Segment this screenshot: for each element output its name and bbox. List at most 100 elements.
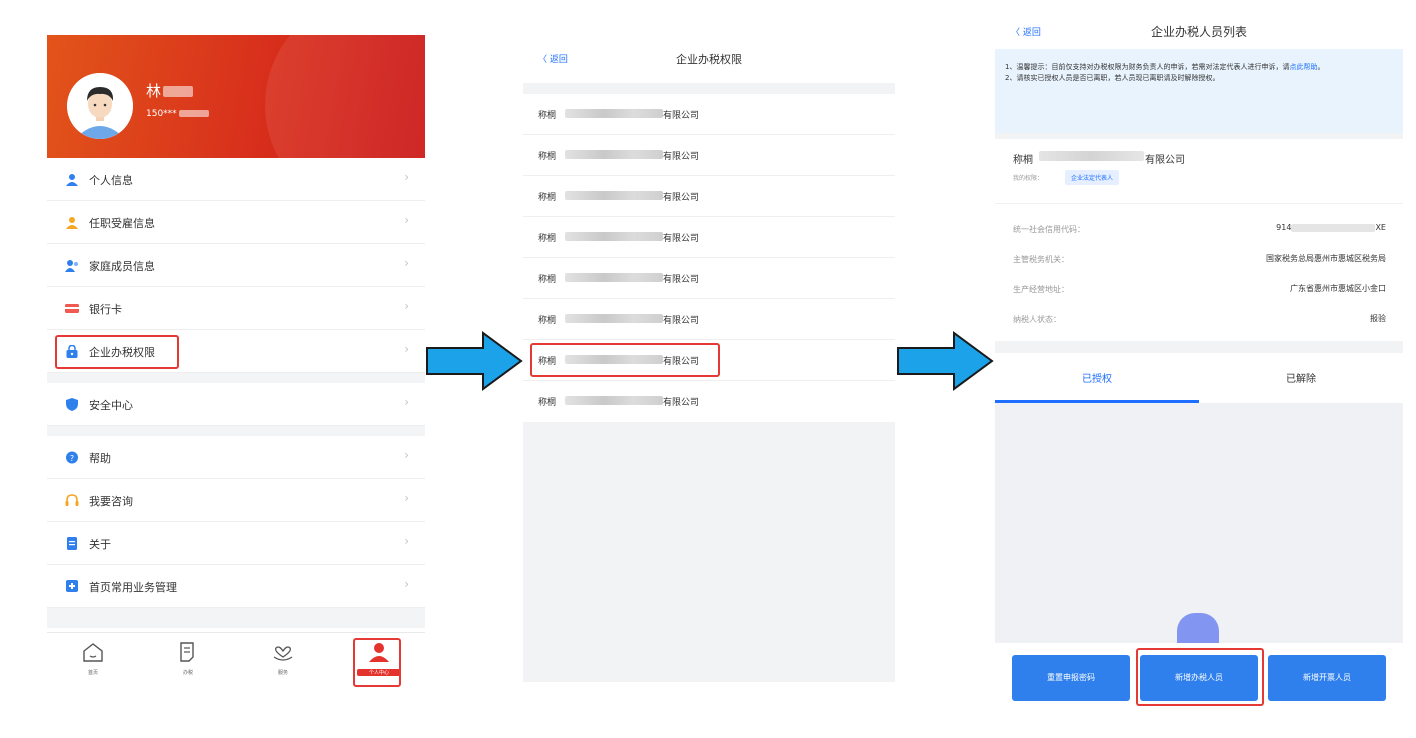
shield-icon <box>66 398 78 411</box>
tax-personnel-list-screen: 〈 返回 企业办税人员列表 1、温馨提示：目前仅支持对办税权限为财务负责人的申诉… <box>995 13 1403 713</box>
highlight-enterprise-tax-permission <box>55 335 179 369</box>
menu-item-personal-info[interactable]: 个人信息 › <box>47 158 425 201</box>
company-name-suffix: 有限公司 <box>663 152 700 162</box>
notice-line-2: 2、请核实已授权人员是否已离职，若人员现已离职请及时解除授权。 <box>1005 74 1220 82</box>
tab-label: 办税 <box>182 670 193 676</box>
menu-item-help[interactable]: ? 帮助 › <box>47 436 425 479</box>
document-icon <box>67 537 77 550</box>
profile-header: 林 150*** <box>47 35 425 158</box>
heart-hand-icon <box>273 646 293 661</box>
chevron-right-icon: › <box>404 170 409 184</box>
company-name-prefix: 称桐 <box>538 111 557 121</box>
company-name-prefix: 称桐 <box>538 398 557 408</box>
help-link[interactable]: 点此帮助 <box>1289 63 1317 71</box>
company-name-prefix: 称桐 <box>538 316 557 326</box>
company-card: 称桐 有限公司 我的权限： 企业法定代表人 <box>995 139 1403 203</box>
menu-item-about[interactable]: 关于 › <box>47 522 425 565</box>
info-row-tax-authority: 主管税务机关： 国家税务总局惠州市惠城区税务局 <box>995 244 1403 274</box>
highlight-personal-center-tab <box>353 638 401 687</box>
info-key: 主管税务机关： <box>1013 255 1069 264</box>
menu-item-employment-info[interactable]: 任职受雇信息 › <box>47 201 425 244</box>
tab-removed[interactable]: 已解除 <box>1199 370 1403 385</box>
info-value: 广东省惠州市惠城区小金口 <box>1290 284 1386 293</box>
menu-item-bank-card[interactable]: 银行卡 › <box>47 287 425 330</box>
info-value: 国家税务总局惠州市惠城区税务局 <box>1266 254 1386 263</box>
chevron-right-icon: › <box>404 491 409 505</box>
user-phone: 150*** <box>146 109 209 119</box>
tab-home[interactable]: 首页 <box>71 641 115 676</box>
page-title: 企业办税权限 <box>676 53 742 66</box>
info-row-credit-code: 统一社会信用代码： 914 XE <box>995 214 1403 244</box>
menu-label: 首页常用业务管理 <box>89 581 177 594</box>
menu-label: 安全中心 <box>89 399 133 412</box>
reset-password-button[interactable]: 重置申报密码 <box>1012 655 1130 701</box>
menu-label: 我要咨询 <box>89 495 133 508</box>
headset-icon <box>65 494 79 506</box>
info-row-address: 生产经营地址： 广东省惠州市惠城区小金口 <box>995 274 1403 304</box>
redacted-text <box>565 232 663 241</box>
menu-label: 银行卡 <box>89 303 122 316</box>
avatar[interactable] <box>67 73 133 139</box>
redacted-text <box>565 273 663 282</box>
company-row[interactable]: 称桐 有限公司 <box>523 299 895 340</box>
notice-line-1-end: 。 <box>1317 63 1325 71</box>
chevron-right-icon: › <box>404 342 409 356</box>
personnel-tabs: 已授权 已解除 <box>995 353 1403 403</box>
chevron-right-icon: › <box>404 577 409 591</box>
flow-arrow-right-icon <box>897 331 994 391</box>
company-name-prefix: 称桐 <box>1013 155 1033 166</box>
menu-item-security-center[interactable]: 安全中心 › <box>47 383 425 426</box>
add-invoice-personnel-button[interactable]: 新增开票人员 <box>1268 655 1386 701</box>
page-title: 企业办税人员列表 <box>1150 25 1247 39</box>
menu-list: 个人信息 › 任职受雇信息 › 家庭成员信息 › 银行卡 › 企业办税权限 › … <box>47 158 425 628</box>
company-name-suffix: 有限公司 <box>1145 155 1185 166</box>
info-row-taxpayer-status: 纳税人状态： 报验 <box>995 304 1403 334</box>
menu-label: 关于 <box>89 538 111 551</box>
highlight-add-tax-personnel <box>1136 648 1264 706</box>
notice-line-1: 1、温馨提示：目前仅支持对办税权限为财务负责人的申诉，若需对法定代表人进行申诉，… <box>1005 63 1290 71</box>
company-name-suffix: 有限公司 <box>663 275 700 285</box>
tab-service[interactable]: 服务 <box>261 641 305 676</box>
empty-state-area <box>995 403 1403 647</box>
company-name-prefix: 称桐 <box>538 234 557 244</box>
company-row[interactable]: 称桐 有限公司 <box>523 176 895 217</box>
nav-bar: 〈 返回 企业办税人员列表 <box>995 13 1403 49</box>
menu-item-homepage-business-mgmt[interactable]: 首页常用业务管理 › <box>47 565 425 608</box>
tab-label: 服务 <box>277 670 288 676</box>
chevron-right-icon: › <box>404 213 409 227</box>
company-name-prefix: 称桐 <box>538 152 557 162</box>
redacted-text <box>565 314 663 323</box>
notice-banner: 1、温馨提示：目前仅支持对办税权限为财务负责人的申诉，若需对法定代表人进行申诉，… <box>995 49 1403 133</box>
company-name-suffix: 有限公司 <box>663 111 700 121</box>
employment-icon <box>66 217 78 229</box>
section-separator <box>47 426 425 436</box>
header-decoration <box>265 35 425 158</box>
menu-item-family-info[interactable]: 家庭成员信息 › <box>47 244 425 287</box>
chevron-right-icon: › <box>404 256 409 270</box>
redacted-text <box>1039 151 1144 161</box>
permission-label: 我的权限： <box>1013 175 1044 182</box>
highlight-selected-company <box>530 343 720 377</box>
company-row[interactable]: 称桐 有限公司 <box>523 94 895 135</box>
company-name-prefix: 称桐 <box>538 275 557 285</box>
menu-item-consult[interactable]: 我要咨询 › <box>47 479 425 522</box>
company-name-suffix: 有限公司 <box>663 193 700 203</box>
company-name-prefix: 称桐 <box>538 193 557 203</box>
tab-tax[interactable]: 办税 <box>166 641 210 676</box>
empty-state-illustration <box>1177 613 1219 647</box>
redacted-text <box>565 191 663 200</box>
menu-label: 帮助 <box>89 452 111 465</box>
menu-label: 任职受雇信息 <box>89 217 155 230</box>
company-row[interactable]: 称桐 有限公司 <box>523 217 895 258</box>
chevron-right-icon: › <box>404 534 409 548</box>
user-name: 林 <box>146 80 194 101</box>
tab-authorized[interactable]: 已授权 <box>995 370 1199 385</box>
redacted-text <box>565 396 663 405</box>
company-row[interactable]: 称桐 有限公司 <box>523 258 895 299</box>
company-row[interactable]: 称桐 有限公司 <box>523 135 895 176</box>
family-icon <box>65 260 78 272</box>
svg-text:?: ? <box>70 454 74 463</box>
nav-bar: 〈 返回 企业办税权限 <box>523 35 895 83</box>
section-separator <box>47 608 425 628</box>
company-row[interactable]: 称桐 有限公司 <box>523 381 895 422</box>
